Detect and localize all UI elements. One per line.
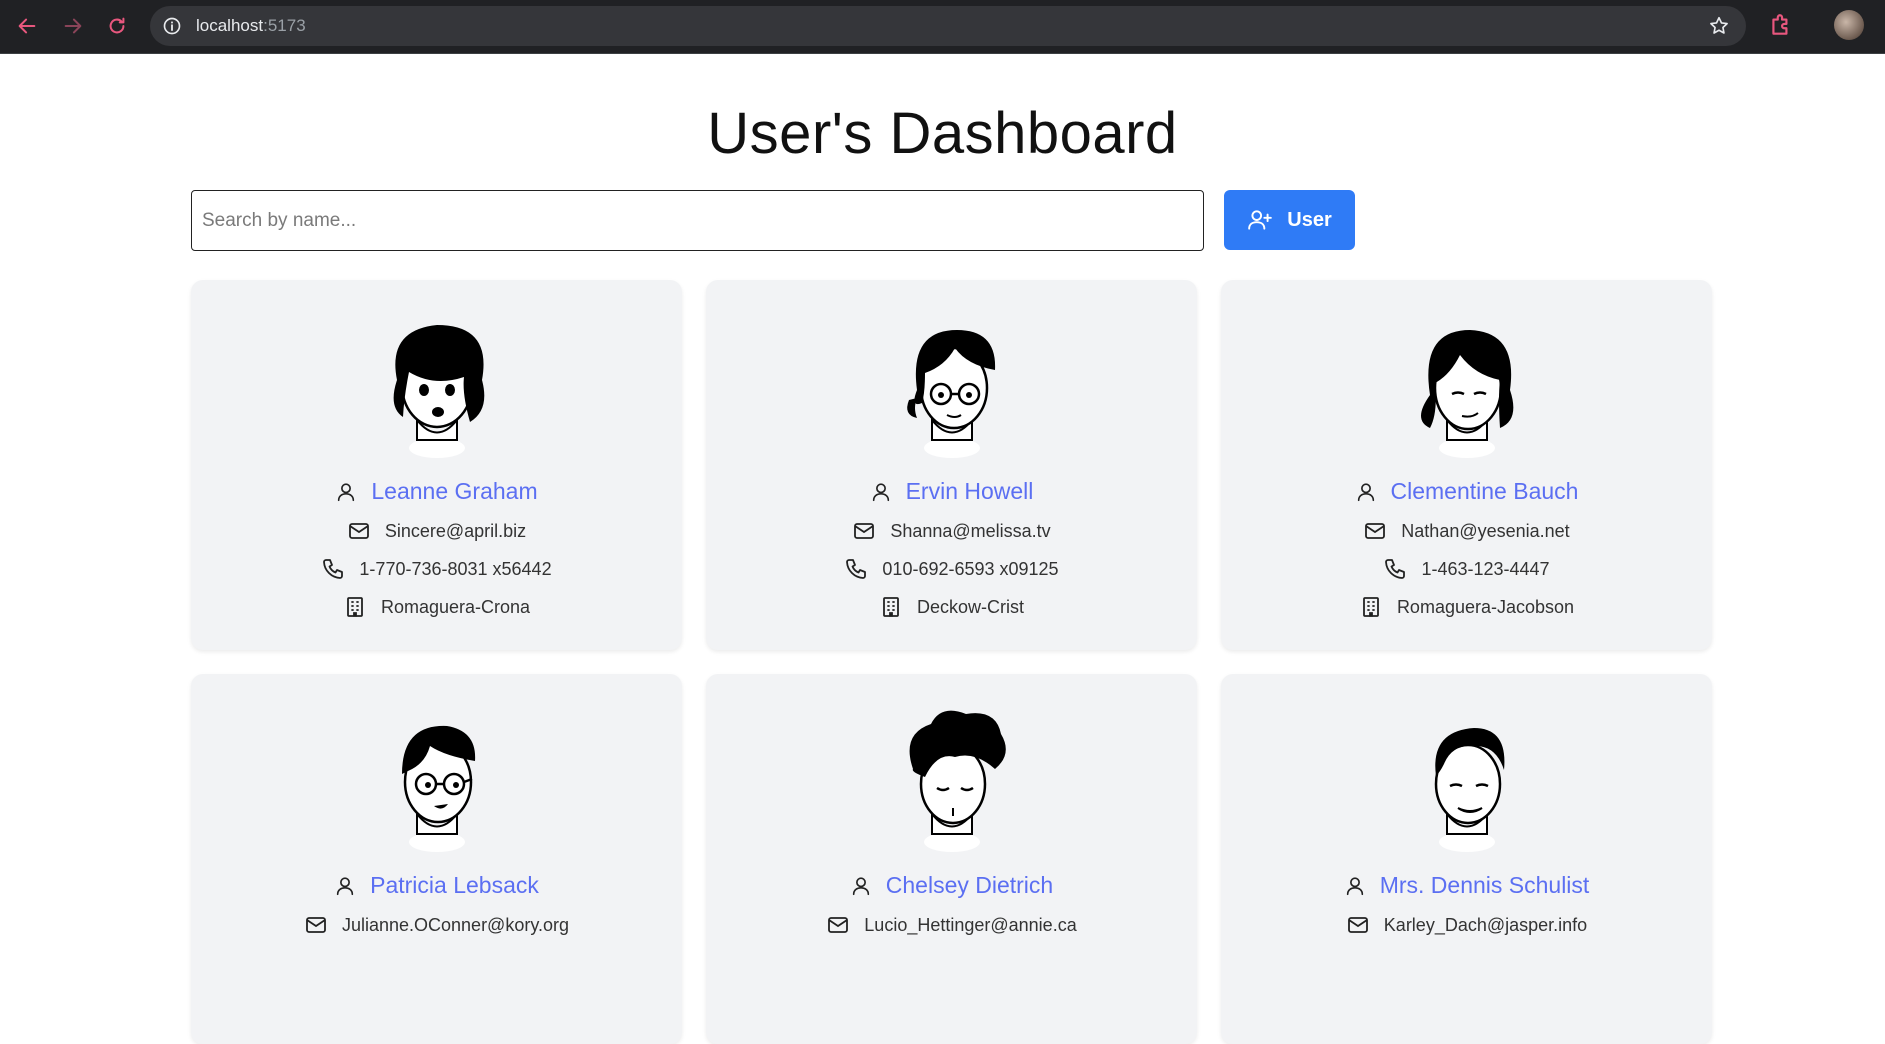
- user-email-row: Lucio_Hettinger@annie.ca: [826, 913, 1077, 937]
- user-avatar: [1420, 330, 1513, 458]
- mail-icon: [348, 523, 369, 539]
- mail-icon: [1347, 917, 1368, 933]
- user-company-row: Deckow-Crist: [879, 595, 1024, 619]
- dashboard-page: User's Dashboard User Leanne Graham Sinc…: [0, 55, 1885, 1044]
- user-card: Mrs. Dennis Schulist Karley_Dach@jasper.…: [1221, 674, 1712, 1044]
- mail-icon: [828, 917, 849, 933]
- reload-icon[interactable]: [102, 11, 132, 41]
- user-email-row: Julianne.OConner@kory.org: [304, 913, 569, 937]
- phone-icon: [846, 559, 867, 579]
- user-email-row: Karley_Dach@jasper.info: [1346, 913, 1587, 937]
- user-name[interactable]: Chelsey Dietrich: [886, 872, 1053, 899]
- user-icon: [1357, 482, 1374, 501]
- user-name[interactable]: Leanne Graham: [371, 478, 537, 505]
- user-email-row: Sincere@april.biz: [347, 519, 526, 543]
- url-host: localhost: [196, 16, 264, 35]
- user-icon: [1346, 876, 1363, 895]
- user-name[interactable]: Ervin Howell: [906, 478, 1034, 505]
- back-icon[interactable]: [12, 11, 42, 41]
- user-company-row: Romaguera-Jacobson: [1359, 595, 1574, 619]
- user-company: Deckow-Crist: [916, 596, 1024, 617]
- user-phone: 1-463-123-4447: [1421, 558, 1550, 579]
- user-email: Lucio_Hettinger@annie.ca: [864, 914, 1077, 935]
- user-card: Chelsey Dietrich Lucio_Hettinger@annie.c…: [706, 674, 1197, 1044]
- building-icon: [347, 597, 363, 617]
- user-card: Clementine Bauch Nathan@yesenia.net 1-46…: [1221, 280, 1712, 650]
- user-name[interactable]: Mrs. Dennis Schulist: [1380, 872, 1590, 899]
- user-phone-row: 010-692-6593 x09125: [844, 557, 1059, 581]
- phone-icon: [1385, 559, 1406, 579]
- url-text: localhost:5173: [196, 16, 306, 36]
- user-phone: 1-770-736-8031 x56442: [359, 558, 552, 579]
- user-card: Ervin Howell Shanna@melissa.tv 010-692-6…: [706, 280, 1197, 650]
- profile-avatar[interactable]: [1834, 10, 1864, 40]
- user-icon: [336, 876, 354, 895]
- info-icon[interactable]: [162, 16, 182, 36]
- user-grid: Leanne Graham Sincere@april.biz 1-770-73…: [191, 280, 1712, 1044]
- address-bar[interactable]: localhost:5173: [150, 6, 1746, 46]
- user-icon: [872, 482, 889, 501]
- user-name-row: Chelsey Dietrich: [850, 872, 1053, 899]
- user-email: Shanna@melissa.tv: [890, 520, 1051, 541]
- user-plus-icon: [1248, 210, 1273, 230]
- mail-icon: [306, 917, 326, 933]
- mail-icon: [1365, 523, 1386, 539]
- building-icon: [1363, 597, 1379, 617]
- user-company: Romaguera-Jacobson: [1396, 596, 1575, 617]
- search-input[interactable]: [191, 190, 1204, 251]
- user-avatar: [401, 725, 475, 852]
- user-email-row: Nathan@yesenia.net: [1363, 519, 1570, 543]
- user-name[interactable]: Clementine Bauch: [1391, 478, 1579, 505]
- user-phone-row: 1-463-123-4447: [1383, 557, 1550, 581]
- user-email: Julianne.OConner@kory.org: [341, 914, 570, 935]
- add-user-label: User: [1287, 208, 1332, 231]
- user-name[interactable]: Patricia Lebsack: [370, 872, 539, 899]
- user-card: Patricia Lebsack Julianne.OConner@kory.o…: [191, 674, 682, 1044]
- user-name-row: Ervin Howell: [870, 478, 1034, 505]
- user-phone-row: 1-770-736-8031 x56442: [321, 557, 552, 581]
- user-company-row: Romaguera-Crona: [343, 595, 530, 619]
- star-icon[interactable]: [1708, 15, 1730, 37]
- url-port: :5173: [263, 16, 306, 35]
- user-avatar: [906, 330, 995, 458]
- mail-icon: [854, 523, 875, 539]
- user-email: Karley_Dach@jasper.info: [1383, 914, 1588, 935]
- user-email-row: Shanna@melissa.tv: [852, 519, 1051, 543]
- user-icon: [338, 482, 355, 501]
- browser-toolbar: localhost:5173: [0, 0, 1885, 54]
- add-user-button[interactable]: User: [1224, 190, 1355, 250]
- user-avatar: [393, 325, 484, 458]
- user-email: Sincere@april.biz: [384, 520, 527, 541]
- user-name-row: Leanne Graham: [335, 478, 538, 505]
- extension-icon[interactable]: [1768, 12, 1794, 38]
- user-phone: 010-692-6593 x09125: [882, 558, 1059, 579]
- forward-icon[interactable]: [58, 11, 88, 41]
- user-email: Nathan@yesenia.net: [1401, 520, 1570, 541]
- user-name-row: Mrs. Dennis Schulist: [1344, 872, 1590, 899]
- building-icon: [883, 597, 899, 617]
- user-name-row: Clementine Bauch: [1355, 478, 1579, 505]
- user-icon: [852, 876, 869, 895]
- phone-icon: [323, 559, 344, 579]
- user-avatar: [1434, 728, 1504, 852]
- user-company: Romaguera-Crona: [380, 596, 531, 617]
- page-title: User's Dashboard: [707, 101, 1178, 166]
- user-avatar: [909, 710, 1006, 852]
- user-name-row: Patricia Lebsack: [334, 872, 539, 899]
- user-card: Leanne Graham Sincere@april.biz 1-770-73…: [191, 280, 682, 650]
